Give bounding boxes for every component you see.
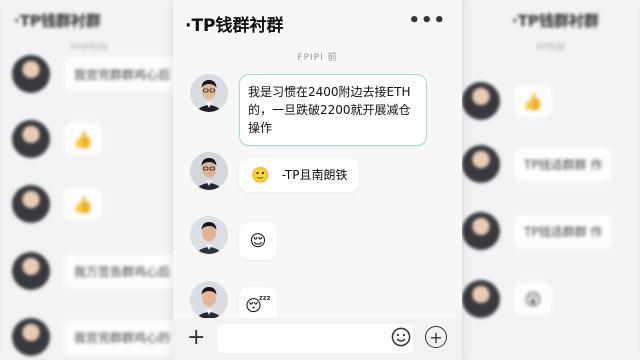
chat-message-2: 🙂 -TP且南朗铁 — [190, 152, 360, 192]
avatar — [12, 55, 50, 93]
avatar — [462, 82, 500, 120]
left-message-5-text: 我官完群群鸡心的 — [64, 319, 178, 355]
avatar — [462, 280, 500, 318]
message-input[interactable] — [217, 324, 413, 353]
right-message-2: TP钱适群群 作 — [462, 145, 613, 183]
input-bar: + + — [173, 318, 462, 360]
avatar[interactable] — [190, 281, 228, 319]
left-panel-title: ·TP钱群衬群 — [14, 12, 101, 30]
plus-icon[interactable]: + — [187, 325, 205, 350]
avatar[interactable] — [190, 152, 228, 190]
avatar — [462, 145, 500, 183]
chat-message-3: 😌 — [190, 216, 277, 260]
chat-header: ·TP钱群衬群 ••• — [173, 0, 462, 44]
left-message-1: 我官完群群鸡心后 — [12, 55, 178, 93]
chat-message-1-text: 我是习惯在2400附边去接ETH的，一旦跌破2200就开展减仓操作 — [239, 74, 427, 146]
left-message-2: 👍 — [12, 120, 102, 158]
avatar[interactable] — [190, 74, 228, 112]
left-message-4: 我万签告群鸡心后 — [12, 252, 178, 290]
left-panel-time: FPIP时间 — [70, 43, 108, 53]
left-message-5: 我官完群群鸡心的 — [12, 318, 178, 356]
sleeping-face-icon: 😴 — [245, 296, 271, 315]
right-panel-title: ·TP钱群衬群 — [512, 12, 599, 30]
add-circle-icon[interactable]: + — [425, 326, 447, 348]
avatar — [12, 318, 50, 356]
right-message-3-text: TP钱适群群 作 — [514, 213, 613, 249]
relieved-face-icon: 😌 — [249, 231, 267, 250]
right-panel-time: PP时前 — [536, 43, 566, 53]
smiling-face-icon: 🙂 — [251, 166, 270, 184]
chat-window: ·TP钱群衬群 ••• FPIPI 前 我是习惯在2400附边去接ETH的，一旦… — [173, 0, 462, 360]
chat-message-3-bubble: 😌 — [239, 222, 277, 260]
thumbs-up-icon: 👍 — [64, 187, 102, 221]
right-message-4: 😮 — [462, 280, 552, 318]
avatar — [12, 185, 50, 223]
more-options-icon[interactable]: ••• — [408, 10, 446, 31]
thumbs-up-icon: 👍 — [64, 122, 102, 156]
left-message-3: 👍 — [12, 185, 102, 223]
avatar — [12, 120, 50, 158]
right-message-2-text: TP钱适群群 作 — [514, 146, 613, 182]
left-message-4-text: 我万签告群鸡心后 — [64, 253, 178, 289]
smiley-icon[interactable] — [391, 327, 411, 347]
surprised-face-icon: 😮 — [514, 282, 552, 316]
chat-timestamp: FPIPI 前 — [297, 53, 338, 63]
left-message-1-text: 我官完群群鸡心后 — [64, 56, 178, 92]
avatar — [12, 252, 50, 290]
thumbs-up-icon: 👍 — [514, 84, 552, 118]
right-message-1: 👍 — [462, 82, 552, 120]
avatar[interactable] — [190, 216, 228, 254]
chat-message-2-text: -TP且南朗铁 — [281, 168, 348, 182]
right-background-panel: ·TP钱群衬群 PP时前 👍 TP钱适群群 作 TP钱适群群 作 😮 — [462, 0, 640, 360]
chat-title: ·TP钱群衬群 — [185, 16, 284, 36]
avatar — [462, 212, 500, 250]
chat-message-1: 我是习惯在2400附边去接ETH的，一旦跌破2200就开展减仓操作 — [190, 74, 427, 146]
left-background-panel: ·TP钱群衬群 FPIP时间 我官完群群鸡心后 👍 👍 我万签告群鸡心后 我官完… — [0, 0, 178, 360]
right-message-3: TP钱适群群 作 — [462, 212, 613, 250]
chat-message-2-bubble: 🙂 -TP且南朗铁 — [239, 158, 360, 192]
